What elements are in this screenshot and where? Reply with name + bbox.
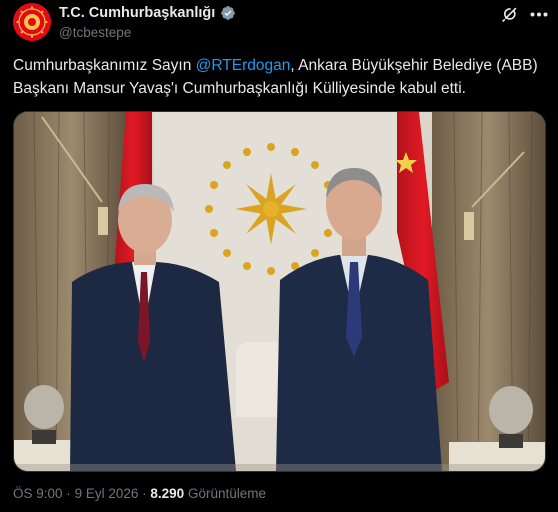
tweet-photo[interactable] (13, 111, 546, 472)
tweet-text-before: Cumhurbaşkanımız Sayın (13, 57, 196, 74)
avatar[interactable] (13, 3, 51, 41)
tweet-time[interactable]: ÖS 9:00 (13, 486, 63, 501)
views-label: Görüntüleme (187, 486, 266, 501)
author-display-name[interactable]: T.C. Cumhurbaşkanlığı (59, 5, 215, 21)
meta-separator-2: · (142, 486, 147, 501)
meta-separator-1: · (66, 486, 71, 501)
views-count: 8.290 (150, 486, 185, 501)
mention-link[interactable]: @RTErdogan (196, 57, 291, 74)
author-name-row[interactable]: T.C. Cumhurbaşkanlığı (59, 5, 236, 21)
tweet-text: Cumhurbaşkanımız Sayın @RTErdogan, Ankar… (13, 54, 548, 100)
presidential-seal-icon (13, 3, 51, 41)
tweet-meta: ÖS 9:00 · 9 Eyl 2026 · 8.290 Görüntüleme (13, 486, 266, 501)
author-handle[interactable]: @tcbestepe (59, 25, 131, 40)
more-options-icon[interactable] (530, 12, 548, 17)
grok-icon[interactable] (500, 4, 520, 24)
verified-badge-icon (221, 6, 236, 20)
tweet-date[interactable]: 9 Eyl 2026 (75, 486, 139, 501)
meeting-photo-illustration (14, 112, 545, 471)
